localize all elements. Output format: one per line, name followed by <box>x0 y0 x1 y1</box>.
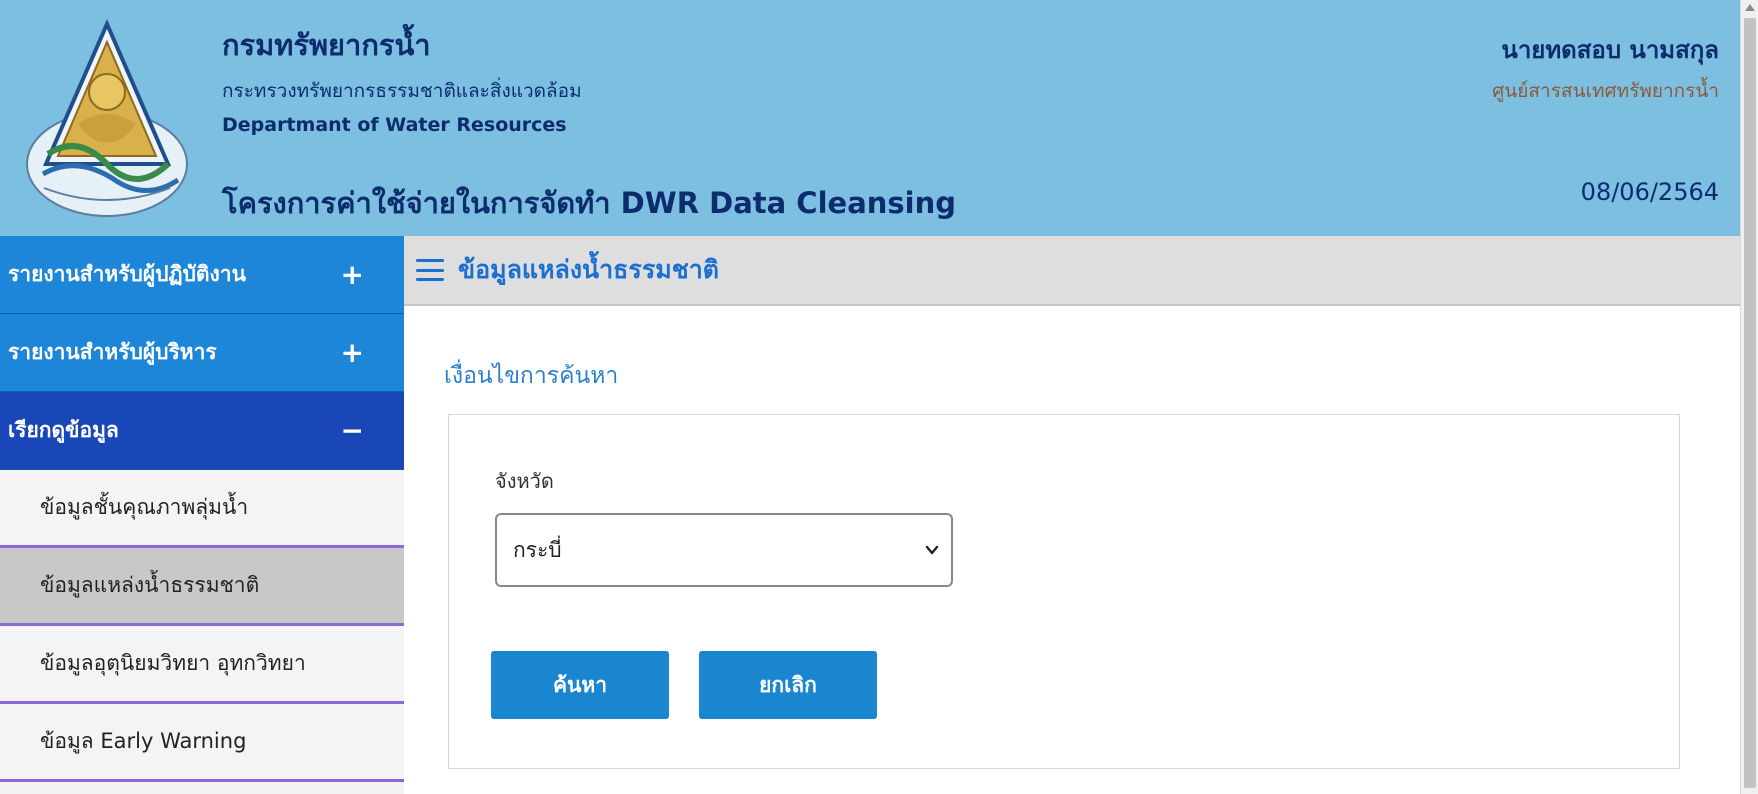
org-name-th: กรมทรัพยากรน้ำ <box>222 28 431 62</box>
sidebar: รายงานสำหรับผู้ปฏิบัติงาน + รายงานสำหรับ… <box>0 236 404 794</box>
province-select[interactable]: กระบี่ <box>495 513 953 587</box>
main-content: ข้อมูลแหล่งน้ำธรรมชาติ เงื่อนไขการค้นหา … <box>404 236 1740 794</box>
sidebar-item-watershed-class[interactable]: ข้อมูลชั้นคุณภาพลุ่มน้ำ <box>0 470 404 548</box>
expand-plus-icon: + <box>340 258 364 291</box>
sidebar-group-label: เรียกดูข้อมูล <box>8 418 119 442</box>
hamburger-menu-icon[interactable] <box>416 259 444 281</box>
app-header: กรมทรัพยากรน้ำ กระทรวงทรัพยากรธรรมชาติแล… <box>0 0 1740 236</box>
sidebar-item-natural-water-sources[interactable]: ข้อมูลแหล่งน้ำธรรมชาติ <box>0 548 404 626</box>
scrollbar-thumb[interactable] <box>1744 18 1756 788</box>
ministry-name: กระทรวงทรัพยากรธรรมชาติและสิ่งแวดล้อม <box>222 80 582 102</box>
dwr-emblem-icon <box>26 18 188 217</box>
org-name-en: Departmant of Water Resources <box>222 114 567 136</box>
sidebar-item-meteorology-hydrology[interactable]: ข้อมูลอุตุนิยมวิทยา อุทกวิทยา <box>0 626 404 704</box>
page-topbar: ข้อมูลแหล่งน้ำธรรมชาติ <box>404 236 1740 306</box>
sidebar-group-label: รายงานสำหรับผู้บริหาร <box>8 340 217 364</box>
province-label: จังหวัด <box>495 469 554 493</box>
search-form-card: จังหวัด กระบี่ ค้นหา ยกเลิก <box>448 414 1680 769</box>
project-title: โครงการค่าใช้จ่ายในการจัดทำ DWR Data Cle… <box>222 186 957 220</box>
current-date: 08/06/2564 <box>1580 178 1719 206</box>
user-department: ศูนย์สารสนเทศทรัพยากรน้ำ <box>1492 80 1719 102</box>
collapse-minus-icon: − <box>340 414 364 447</box>
search-button[interactable]: ค้นหา <box>491 651 669 719</box>
sidebar-group-executive-reports[interactable]: รายงานสำหรับผู้บริหาร + <box>0 314 404 392</box>
sidebar-item-label: ข้อมูลชั้นคุณภาพลุ่มน้ำ <box>40 495 249 519</box>
cancel-button[interactable]: ยกเลิก <box>699 651 877 719</box>
chevron-down-icon <box>925 545 939 555</box>
sidebar-item-early-warning[interactable]: ข้อมูล Early Warning <box>0 704 404 782</box>
user-name: นายทดสอบ นามสกุล <box>1501 36 1719 64</box>
sidebar-item-label: ข้อมูลแหล่งน้ำธรรมชาติ <box>40 573 260 597</box>
sidebar-group-label: รายงานสำหรับผู้ปฏิบัติงาน <box>8 262 246 286</box>
expand-plus-icon: + <box>340 336 364 369</box>
sidebar-group-operator-reports[interactable]: รายงานสำหรับผู้ปฏิบัติงาน + <box>0 236 404 314</box>
province-select-value: กระบี่ <box>513 537 562 562</box>
sidebar-item-label: ข้อมูล Early Warning <box>40 729 247 753</box>
search-criteria-title: เงื่อนไขการค้นหา <box>444 363 619 389</box>
sidebar-group-browse-data[interactable]: เรียกดูข้อมูล − <box>0 392 404 470</box>
scroll-up-arrow-icon[interactable] <box>1745 4 1755 11</box>
page-title: ข้อมูลแหล่งน้ำธรรมชาติ <box>458 255 719 284</box>
sidebar-item-label: ข้อมูลอุตุนิยมวิทยา อุทกวิทยา <box>40 651 306 675</box>
vertical-scrollbar[interactable] <box>1740 0 1758 794</box>
